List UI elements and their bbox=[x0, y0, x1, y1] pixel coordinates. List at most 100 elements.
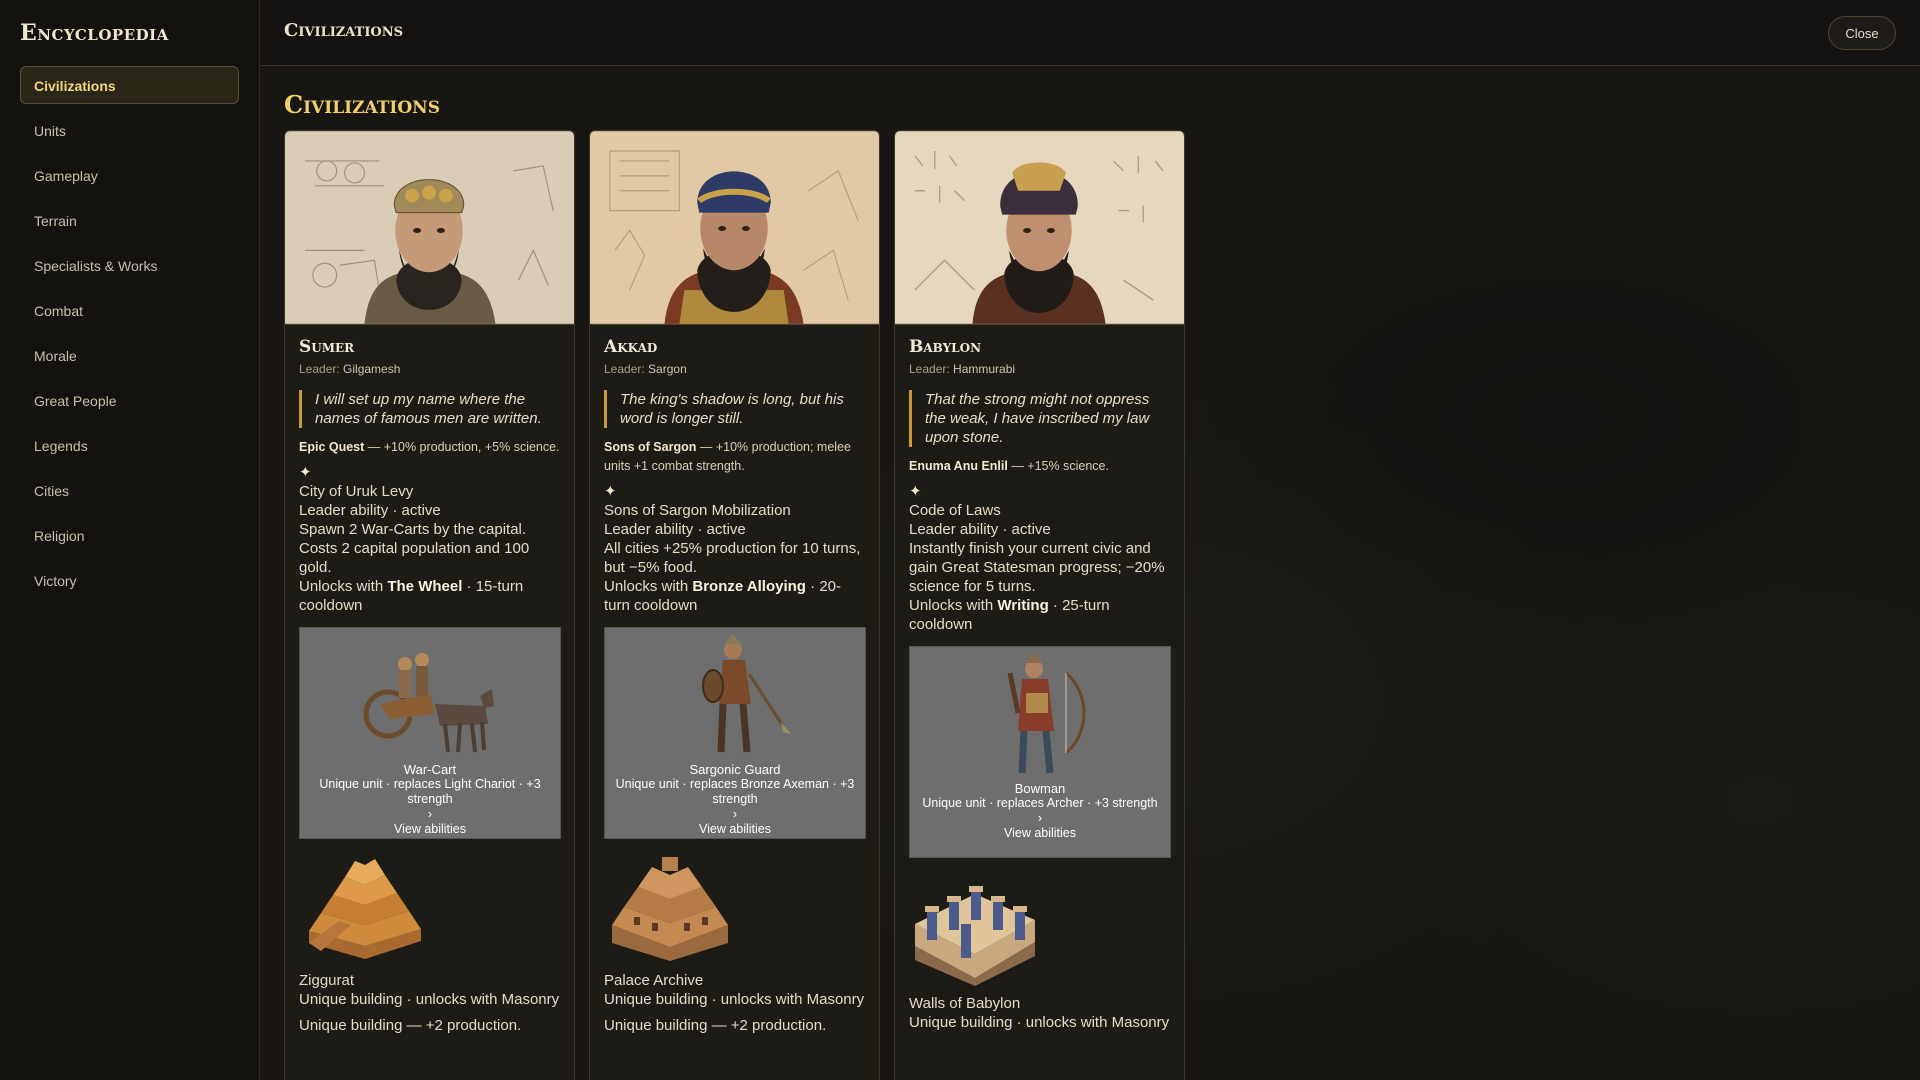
civ-bonus: Enuma Anu Enlil — +15% science. bbox=[909, 457, 1170, 476]
walls-of-babylon-image bbox=[915, 886, 1035, 986]
leader-quote: I will set up my name where the names of… bbox=[299, 390, 560, 428]
leader-ability: ✦ Code of Laws Leader ability · active I… bbox=[909, 482, 1170, 634]
chevron-right-icon: › bbox=[732, 807, 738, 821]
sidebar-item-victory[interactable]: Victory bbox=[20, 561, 239, 599]
civ-name: Sumer bbox=[299, 337, 355, 357]
civ-bonus: Sons of Sargon — +10% production; melee … bbox=[604, 438, 865, 476]
bonus-text: — +10% production, +5% science. bbox=[364, 440, 560, 454]
unit-name: War-Cart bbox=[403, 762, 457, 777]
sidebar-item-gameplay[interactable]: Gameplay bbox=[20, 156, 239, 194]
sargonic-guard-image bbox=[702, 634, 791, 753]
civ-card-akkad: Akkad Leader: Sargon The king's shadow i… bbox=[589, 130, 880, 1080]
sidebar-item-religion[interactable]: Religion bbox=[20, 516, 239, 554]
building-name: Walls of Babylon bbox=[909, 995, 1021, 1012]
header: Civilizations Close bbox=[260, 0, 1920, 66]
ability-name: City of Uruk Levy bbox=[299, 483, 414, 500]
civ-name: Babylon bbox=[909, 337, 982, 357]
unlock-tech: Bronze Alloying bbox=[692, 578, 806, 595]
chevron-right-icon: › bbox=[1037, 811, 1043, 825]
sidebar-item-combat[interactable]: Combat bbox=[20, 291, 239, 329]
page-title: Civilizations bbox=[284, 90, 440, 119]
view-abilities-link[interactable]: View abilities bbox=[300, 822, 560, 837]
unit-desc: Unique unit · replaces Bronze Axeman · +… bbox=[615, 777, 855, 806]
ability-name: Sons of Sargon Mobilization bbox=[604, 502, 791, 519]
ability-unlock: Unlocks with Bronze Alloying · 20-turn c… bbox=[604, 577, 865, 615]
building-desc: Unique building — +2 production. bbox=[604, 1017, 827, 1034]
leader-line: Leader: Gilgamesh bbox=[299, 362, 560, 378]
unit-name: Sargonic Guard bbox=[689, 762, 781, 777]
unit-name: Bowman bbox=[1014, 781, 1066, 796]
unlock-tech: The Wheel bbox=[387, 578, 463, 595]
leader-name: Sargon bbox=[648, 362, 687, 376]
sidebar-item-legends[interactable]: Legends bbox=[20, 426, 239, 464]
building-type: Unique building · unlocks with Masonry bbox=[909, 1014, 1170, 1031]
ability-unlock: Unlocks with Writing · 25-turn cooldown bbox=[909, 596, 1170, 634]
unlock-prefix: Unlocks with bbox=[604, 578, 693, 595]
chevron-right-icon: › bbox=[427, 807, 433, 821]
building-name: Palace Archive bbox=[604, 972, 704, 989]
ability-desc: Instantly finish your current civic and … bbox=[909, 540, 1165, 595]
sidebar-item-civilizations[interactable]: Civilizations bbox=[20, 66, 239, 104]
civ-card-babylon: Babylon Leader: Hammurabi That the stron… bbox=[894, 130, 1185, 1080]
sidebar-item-cities[interactable]: Cities bbox=[20, 471, 239, 509]
sidebar-item-terrain[interactable]: Terrain bbox=[20, 201, 239, 239]
leader-prefix: Leader: bbox=[604, 362, 645, 376]
view-abilities-link[interactable]: View abilities bbox=[605, 822, 865, 837]
leader-portrait-sumer bbox=[285, 131, 574, 325]
unique-building: Palace Archive Unique building · unlocks… bbox=[604, 851, 865, 1035]
unique-building: Walls of Babylon Unique building · unloc… bbox=[909, 874, 1170, 1032]
ability-name: Code of Laws bbox=[909, 502, 1001, 519]
ability-desc: Spawn 2 War-Carts by the capital. Costs … bbox=[299, 521, 530, 576]
building-desc: Unique building — +2 production. bbox=[299, 1017, 522, 1034]
ability-desc: All cities +25% production for 10 turns,… bbox=[604, 540, 861, 576]
unique-building: Ziggurat Unique building · unlocks with … bbox=[299, 851, 560, 1035]
unlock-prefix: Unlocks with bbox=[299, 578, 388, 595]
close-button[interactable]: Close bbox=[1828, 16, 1896, 50]
star-icon: ✦ bbox=[604, 483, 617, 500]
sidebar-item-specialists-works[interactable]: Specialists & Works bbox=[20, 246, 239, 284]
unlock-tech: Writing bbox=[997, 597, 1049, 614]
building-name: Ziggurat bbox=[299, 972, 355, 989]
war-cart-image bbox=[363, 653, 494, 753]
civ-bonus: Epic Quest — +10% production, +5% scienc… bbox=[299, 438, 560, 457]
ability-type: Leader ability · active bbox=[909, 521, 1051, 538]
unit-desc: Unique unit · replaces Archer · +3 stren… bbox=[922, 796, 1158, 810]
header-title: Civilizations bbox=[284, 20, 404, 41]
bonus-text: — +15% science. bbox=[1007, 459, 1109, 473]
leader-quote: The king's shadow is long, but his word … bbox=[604, 390, 865, 428]
sidebar: Encyclopedia Civilizations Units Gamepla… bbox=[0, 0, 260, 1080]
unit-desc: Unique unit · replaces Light Chariot · +… bbox=[319, 777, 541, 806]
star-icon: ✦ bbox=[299, 464, 312, 481]
unlock-prefix: Unlocks with bbox=[909, 597, 998, 614]
unique-unit-card[interactable]: War-Cart Unique unit · replaces Light Ch… bbox=[299, 627, 561, 839]
leader-line: Leader: Sargon bbox=[604, 362, 865, 378]
view-abilities-link[interactable]: View abilities bbox=[910, 826, 1170, 841]
leader-prefix: Leader: bbox=[299, 362, 340, 376]
bowman-image bbox=[1007, 653, 1086, 774]
ability-type: Leader ability · active bbox=[604, 521, 746, 538]
sidebar-item-morale[interactable]: Morale bbox=[20, 336, 239, 374]
leader-ability: ✦ Sons of Sargon Mobilization Leader abi… bbox=[604, 482, 865, 615]
leader-name: Gilgamesh bbox=[343, 362, 401, 376]
leader-name: Hammurabi bbox=[953, 362, 1016, 376]
civ-card-sumer: Sumer Leader: Gilgamesh I will set up my… bbox=[284, 130, 575, 1080]
sidebar-nav: Civilizations Units Gameplay Terrain Spe… bbox=[20, 66, 239, 599]
bonus-name: Enuma Anu Enlil bbox=[909, 459, 1008, 473]
leader-prefix: Leader: bbox=[909, 362, 950, 376]
leader-quote: That the strong might not oppress the we… bbox=[909, 390, 1170, 447]
sidebar-item-great-people[interactable]: Great People bbox=[20, 381, 239, 419]
sidebar-item-units[interactable]: Units bbox=[20, 111, 239, 149]
building-type: Unique building · unlocks with Masonry bbox=[299, 991, 560, 1008]
civ-name: Akkad bbox=[604, 337, 658, 357]
building-type: Unique building · unlocks with Masonry bbox=[604, 991, 865, 1008]
unique-unit-card[interactable]: Bowman Unique unit · replaces Archer · +… bbox=[909, 646, 1171, 858]
unique-unit-card[interactable]: Sargonic Guard Unique unit · replaces Br… bbox=[604, 627, 866, 839]
bonus-name: Epic Quest bbox=[299, 440, 365, 454]
ability-unlock: Unlocks with The Wheel · 15-turn cooldow… bbox=[299, 577, 560, 615]
leader-ability: ✦ City of Uruk Levy Leader ability · act… bbox=[299, 463, 560, 615]
leader-line: Leader: Hammurabi bbox=[909, 362, 1170, 378]
bonus-name: Sons of Sargon bbox=[604, 440, 697, 454]
app-title: Encyclopedia bbox=[20, 20, 169, 46]
star-icon: ✦ bbox=[909, 483, 922, 500]
leader-portrait-akkad bbox=[590, 131, 879, 325]
